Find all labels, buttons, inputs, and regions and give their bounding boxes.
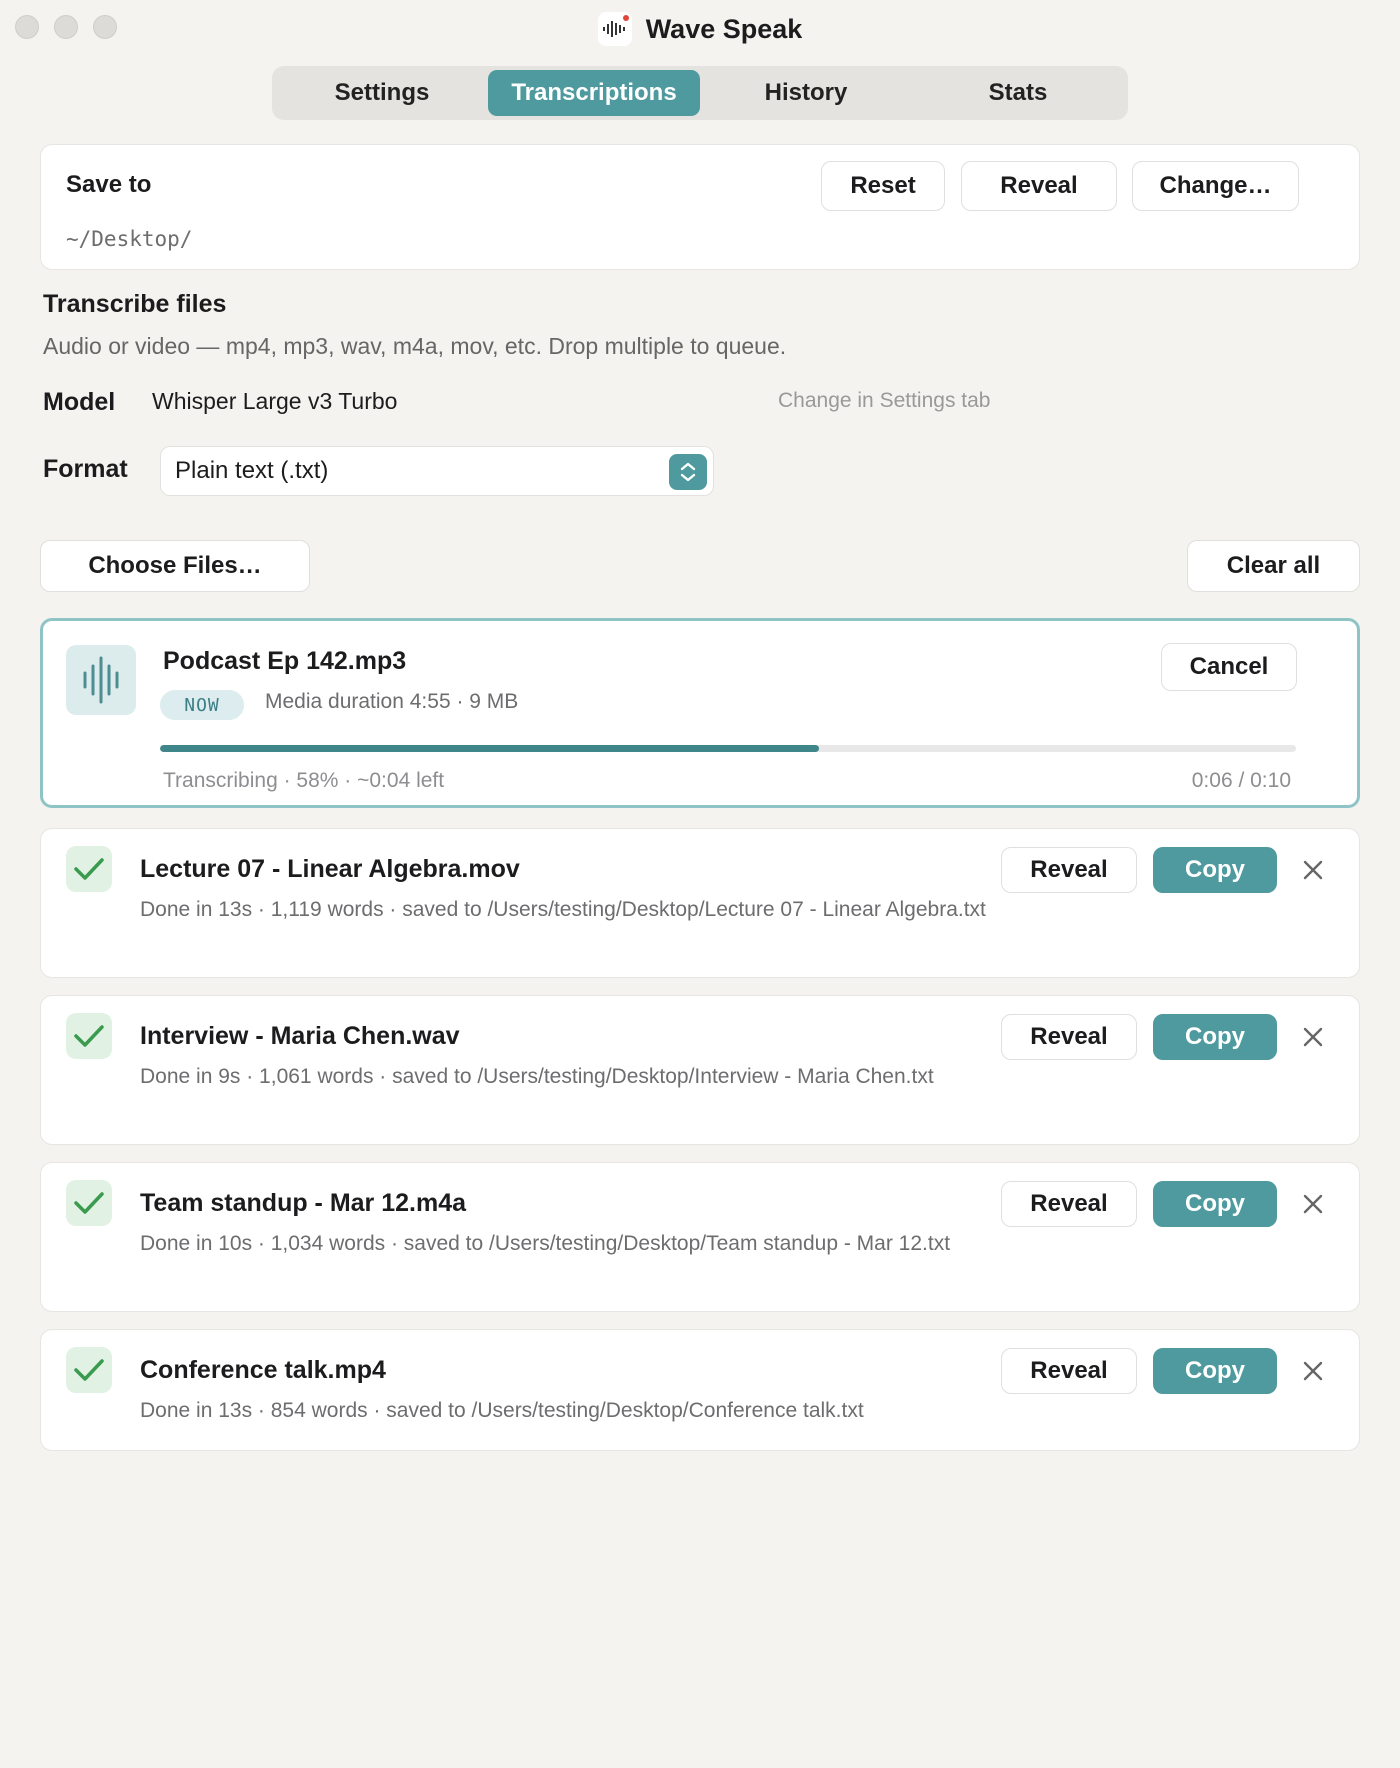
waveform-icon — [66, 645, 136, 715]
checkmark-icon — [66, 846, 112, 892]
copy-button[interactable]: Copy — [1153, 847, 1277, 893]
title-bar: Wave Speak — [0, 0, 1400, 56]
done-file-meta: Done in 9s · 1,061 words · saved to /Use… — [140, 1065, 934, 1088]
save-to-card: Save to ~/Desktop/ Reset Reveal Change… — [40, 144, 1360, 270]
section-title: Transcribe files — [43, 290, 227, 318]
copy-button[interactable]: Copy — [1153, 1014, 1277, 1060]
save-path: ~/Desktop/ — [66, 227, 193, 251]
reveal-button[interactable]: Reveal — [1001, 847, 1137, 893]
reveal-button[interactable]: Reveal — [1001, 1348, 1137, 1394]
checkmark-icon — [66, 1013, 112, 1059]
model-value: Whisper Large v3 Turbo — [152, 388, 398, 414]
section-description: Audio or video — mp4, mp3, wav, m4a, mov… — [43, 333, 787, 359]
window-title: Wave Speak — [0, 12, 1400, 46]
done-file-meta: Done in 10s · 1,034 words · saved to /Us… — [140, 1232, 951, 1255]
done-file-name: Lecture 07 - Linear Algebra.mov — [140, 855, 520, 883]
checkmark-icon — [66, 1347, 112, 1393]
done-file-name: Team standup - Mar 12.m4a — [140, 1189, 467, 1217]
close-icon[interactable] — [1298, 1189, 1328, 1219]
model-label: Model — [43, 388, 116, 416]
checkmark-icon — [66, 1180, 112, 1226]
reveal-button[interactable]: Reveal — [1001, 1014, 1137, 1060]
done-job-card: Lecture 07 - Linear Algebra.mov Done in … — [40, 828, 1360, 978]
choose-files-button[interactable]: Choose Files… — [40, 540, 310, 592]
close-icon[interactable] — [1298, 1022, 1328, 1052]
clear-all-button[interactable]: Clear all — [1187, 540, 1360, 592]
app-title-text: Wave Speak — [645, 13, 803, 44]
format-label: Format — [43, 455, 128, 483]
change-folder-button[interactable]: Change… — [1132, 161, 1299, 211]
active-file-name: Podcast Ep 142.mp3 — [163, 647, 407, 675]
close-icon[interactable] — [1298, 1356, 1328, 1386]
reveal-button[interactable]: Reveal — [1001, 1181, 1137, 1227]
done-file-name: Interview - Maria Chen.wav — [140, 1022, 460, 1050]
copy-button[interactable]: Copy — [1153, 1348, 1277, 1394]
now-badge-text: NOW — [184, 694, 220, 716]
copy-button[interactable]: Copy — [1153, 1181, 1277, 1227]
done-job-card: Team standup - Mar 12.m4a Done in 10s · … — [40, 1162, 1360, 1312]
format-select[interactable]: Plain text (.txt) — [160, 446, 714, 496]
model-hint: Change in Settings tab — [778, 389, 991, 412]
tab-bar: Settings Transcriptions History Stats — [272, 66, 1128, 120]
done-file-name: Conference talk.mp4 — [140, 1356, 386, 1384]
reveal-folder-button[interactable]: Reveal — [961, 161, 1117, 211]
format-selected-value: Plain text (.txt) — [175, 457, 329, 484]
reset-button[interactable]: Reset — [821, 161, 945, 211]
tab-history[interactable]: History — [700, 70, 912, 116]
done-job-card: Conference talk.mp4 Done in 13s · 854 wo… — [40, 1329, 1360, 1451]
tab-stats[interactable]: Stats — [912, 70, 1124, 116]
waveform-logo-icon — [597, 12, 632, 46]
close-icon[interactable] — [1298, 855, 1328, 885]
active-file-meta: Media duration 4:55 · 9 MB — [265, 690, 519, 713]
done-file-meta: Done in 13s · 854 words · saved to /User… — [140, 1399, 864, 1422]
save-to-label: Save to — [66, 171, 152, 198]
progress-fill — [160, 745, 819, 752]
done-file-meta: Done in 13s · 1,119 words · saved to /Us… — [140, 898, 986, 921]
progress-time: 0:06 / 0:10 — [1191, 769, 1291, 792]
chevron-updown-icon — [669, 454, 707, 490]
tab-settings[interactable]: Settings — [276, 70, 488, 116]
progress-bar — [160, 745, 1296, 752]
cancel-button[interactable]: Cancel — [1161, 643, 1297, 691]
now-badge: NOW — [160, 690, 244, 720]
tab-transcriptions[interactable]: Transcriptions — [488, 70, 700, 116]
done-job-card: Interview - Maria Chen.wav Done in 9s · … — [40, 995, 1360, 1145]
progress-status: Transcribing · 58% · ~0:04 left — [163, 769, 445, 792]
app-window: Wave Speak Settings Transcriptions Histo… — [0, 0, 1400, 1768]
